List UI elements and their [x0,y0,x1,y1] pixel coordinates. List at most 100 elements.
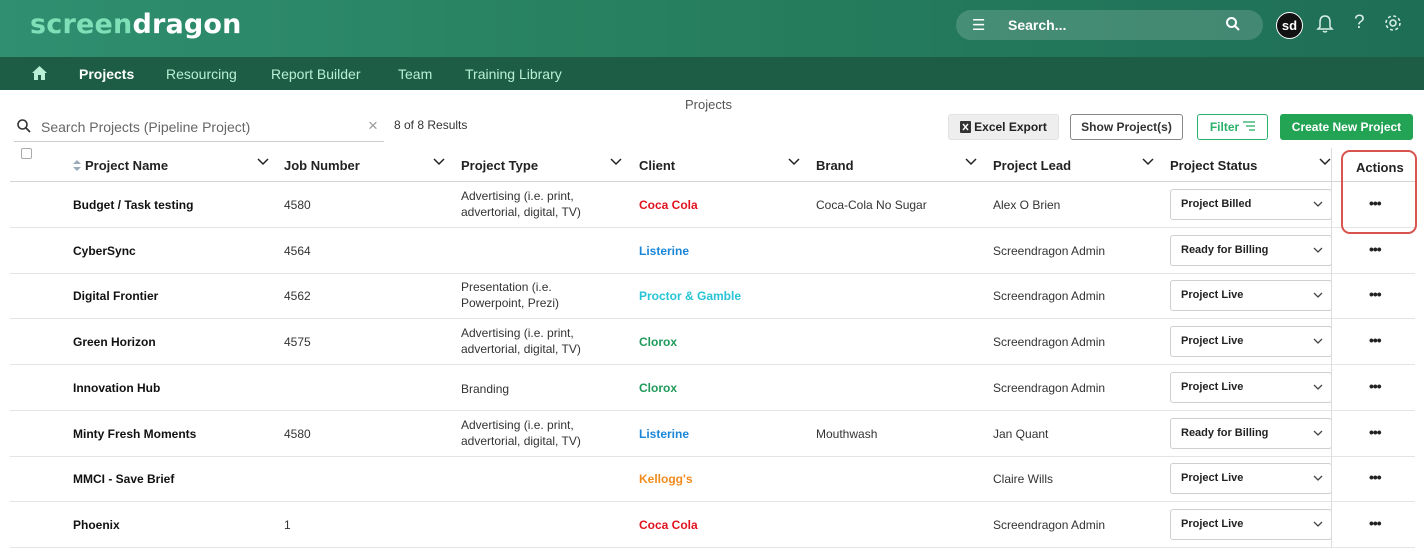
client-link[interactable]: Clorox [639,335,677,349]
project-status-select[interactable]: Ready for Billing [1170,234,1332,266]
table-row[interactable]: Minty Fresh Moments 4580 Advertising (i.… [10,411,1415,457]
job-number: 4564 [284,243,311,258]
col-project-type[interactable]: Project Type [461,158,538,173]
project-type-line2: Powerpoint, Prezi) [461,296,560,311]
table-row[interactable]: Innovation Hub Branding Clorox Screendra… [10,365,1415,411]
client-link[interactable]: Listerine [639,244,689,258]
project-name[interactable]: Innovation Hub [73,381,160,395]
search-icon[interactable] [1225,16,1241,32]
project-search-input[interactable]: Search Projects (Pipeline Project) × [14,111,384,142]
client-link[interactable]: Coca Cola [639,518,698,532]
avatar[interactable]: sd [1276,12,1303,39]
client-link[interactable]: Proctor & Gamble [639,289,741,303]
chevron-down-icon [1313,292,1323,299]
more-actions-icon[interactable]: ••• [1369,286,1382,302]
chevron-down-icon[interactable] [964,154,978,168]
clear-icon[interactable]: × [368,116,378,136]
project-status-select[interactable]: Project Live [1170,280,1332,312]
project-status-select[interactable]: Ready for Billing [1170,417,1332,449]
job-number: 4580 [284,198,311,212]
filter-icon [1243,121,1256,131]
more-actions-icon[interactable]: ••• [1369,515,1382,531]
results-count: 8 of 8 Results [394,118,468,132]
table-header: Project Name Job Number Project Type Cli… [10,148,1415,182]
project-name[interactable]: Digital Frontier [73,289,158,303]
more-actions-icon[interactable]: ••• [1369,469,1382,485]
more-actions-icon[interactable]: ••• [1369,332,1382,348]
col-client[interactable]: Client [639,158,675,173]
project-name[interactable]: Minty Fresh Moments [73,427,196,441]
chevron-down-icon[interactable] [1141,154,1155,168]
more-actions-icon[interactable]: ••• [1369,424,1382,440]
chevron-down-icon[interactable] [1318,154,1332,168]
nav-team[interactable]: Team [398,66,432,82]
filter-button[interactable]: Filter [1197,114,1268,140]
help-icon[interactable]: ? [1354,12,1365,34]
menu-icon[interactable]: ☰ [972,16,985,34]
table-row[interactable]: Digital Frontier 4562 Presentation (i.e.… [10,273,1415,320]
sort-icon[interactable] [73,160,81,171]
project-name[interactable]: MMCI - Save Brief [73,472,174,486]
project-status-select[interactable]: Project Live [1170,371,1332,403]
chevron-down-icon[interactable] [256,154,270,168]
col-brand[interactable]: Brand [816,158,854,173]
chevron-down-icon [1313,201,1323,207]
global-search[interactable]: ☰ Search... [956,10,1263,40]
project-type: Advertising (i.e. print, advertorial, dig… [461,188,581,220]
project-type-line1: Advertising (i.e. print, [461,417,574,432]
project-lead: Jan Quant [993,426,1049,441]
client-link[interactable]: Clorox [639,381,677,395]
nav-projects[interactable]: Projects [79,66,134,82]
chevron-down-icon[interactable] [787,154,801,168]
table-row[interactable]: MMCI - Save Brief Kellogg's Claire Wills… [10,456,1415,503]
project-name[interactable]: Green Horizon [73,335,156,349]
project-name[interactable]: CyberSync [73,244,136,258]
project-status-select[interactable]: Project Live [1170,326,1332,358]
gear-icon[interactable] [1384,14,1402,32]
select-all-checkbox[interactable] [21,148,32,159]
bell-icon[interactable] [1316,14,1334,34]
create-new-project-button[interactable]: Create New Project [1280,114,1413,140]
project-name[interactable]: Phoenix [73,518,120,532]
nav-report-builder[interactable]: Report Builder [271,66,361,82]
excel-export-button[interactable]: Excel Export [948,114,1059,140]
project-status-select[interactable]: Project Live [1170,508,1332,540]
col-project-status[interactable]: Project Status [1170,158,1257,173]
nav-training-library[interactable]: Training Library [465,66,562,82]
client-link[interactable]: Listerine [639,427,689,441]
project-type: Advertising (i.e. print, advertorial, dig… [461,417,581,449]
table-row[interactable]: Budget / Task testing 4580 Advertising (… [10,182,1415,228]
client-link[interactable]: Coca Cola [639,198,698,212]
chevron-down-icon [1313,430,1323,436]
col-job-number[interactable]: Job Number [284,158,360,173]
project-status-value: Ready for Billing [1181,243,1269,256]
project-status-value: Project Live [1181,335,1244,348]
show-projects-button[interactable]: Show Project(s) [1070,114,1183,140]
chevron-down-icon[interactable] [609,154,623,168]
job-number: 4580 [284,426,311,441]
project-type-line1: Presentation (i.e. [461,280,552,295]
project-name[interactable]: Budget / Task testing [73,198,193,212]
job-number: 4575 [284,335,311,350]
col-project-lead[interactable]: Project Lead [993,158,1071,173]
logo[interactable]: screendragon [30,9,242,40]
project-status-select[interactable]: Project Live [1170,463,1332,495]
nav-resourcing[interactable]: Resourcing [166,66,237,82]
chevron-down-icon [1313,247,1323,253]
chevron-down-icon[interactable] [432,154,446,168]
project-status-select[interactable]: Project Billed [1170,189,1332,220]
more-actions-icon[interactable]: ••• [1369,241,1382,257]
search-icon [17,119,31,133]
table-row[interactable]: CyberSync 4564 Listerine Screendragon Ad… [10,228,1415,274]
project-lead: Alex O Brien [993,198,1061,212]
more-actions-icon[interactable]: ••• [1369,378,1382,394]
project-type-line1: Branding [461,381,510,396]
table-row[interactable]: Green Horizon 4575 Advertising (i.e. pri… [10,319,1415,366]
project-status-value: Project Billed [1181,198,1252,210]
actions-column-divider [1331,148,1332,548]
client-link[interactable]: Kellogg's [639,472,693,486]
col-project-name[interactable]: Project Name [85,158,168,173]
excel-icon [960,121,972,133]
home-icon[interactable] [32,66,47,80]
table-row[interactable]: Phoenix 1 Coca Cola Screendragon Admin P… [10,502,1415,548]
